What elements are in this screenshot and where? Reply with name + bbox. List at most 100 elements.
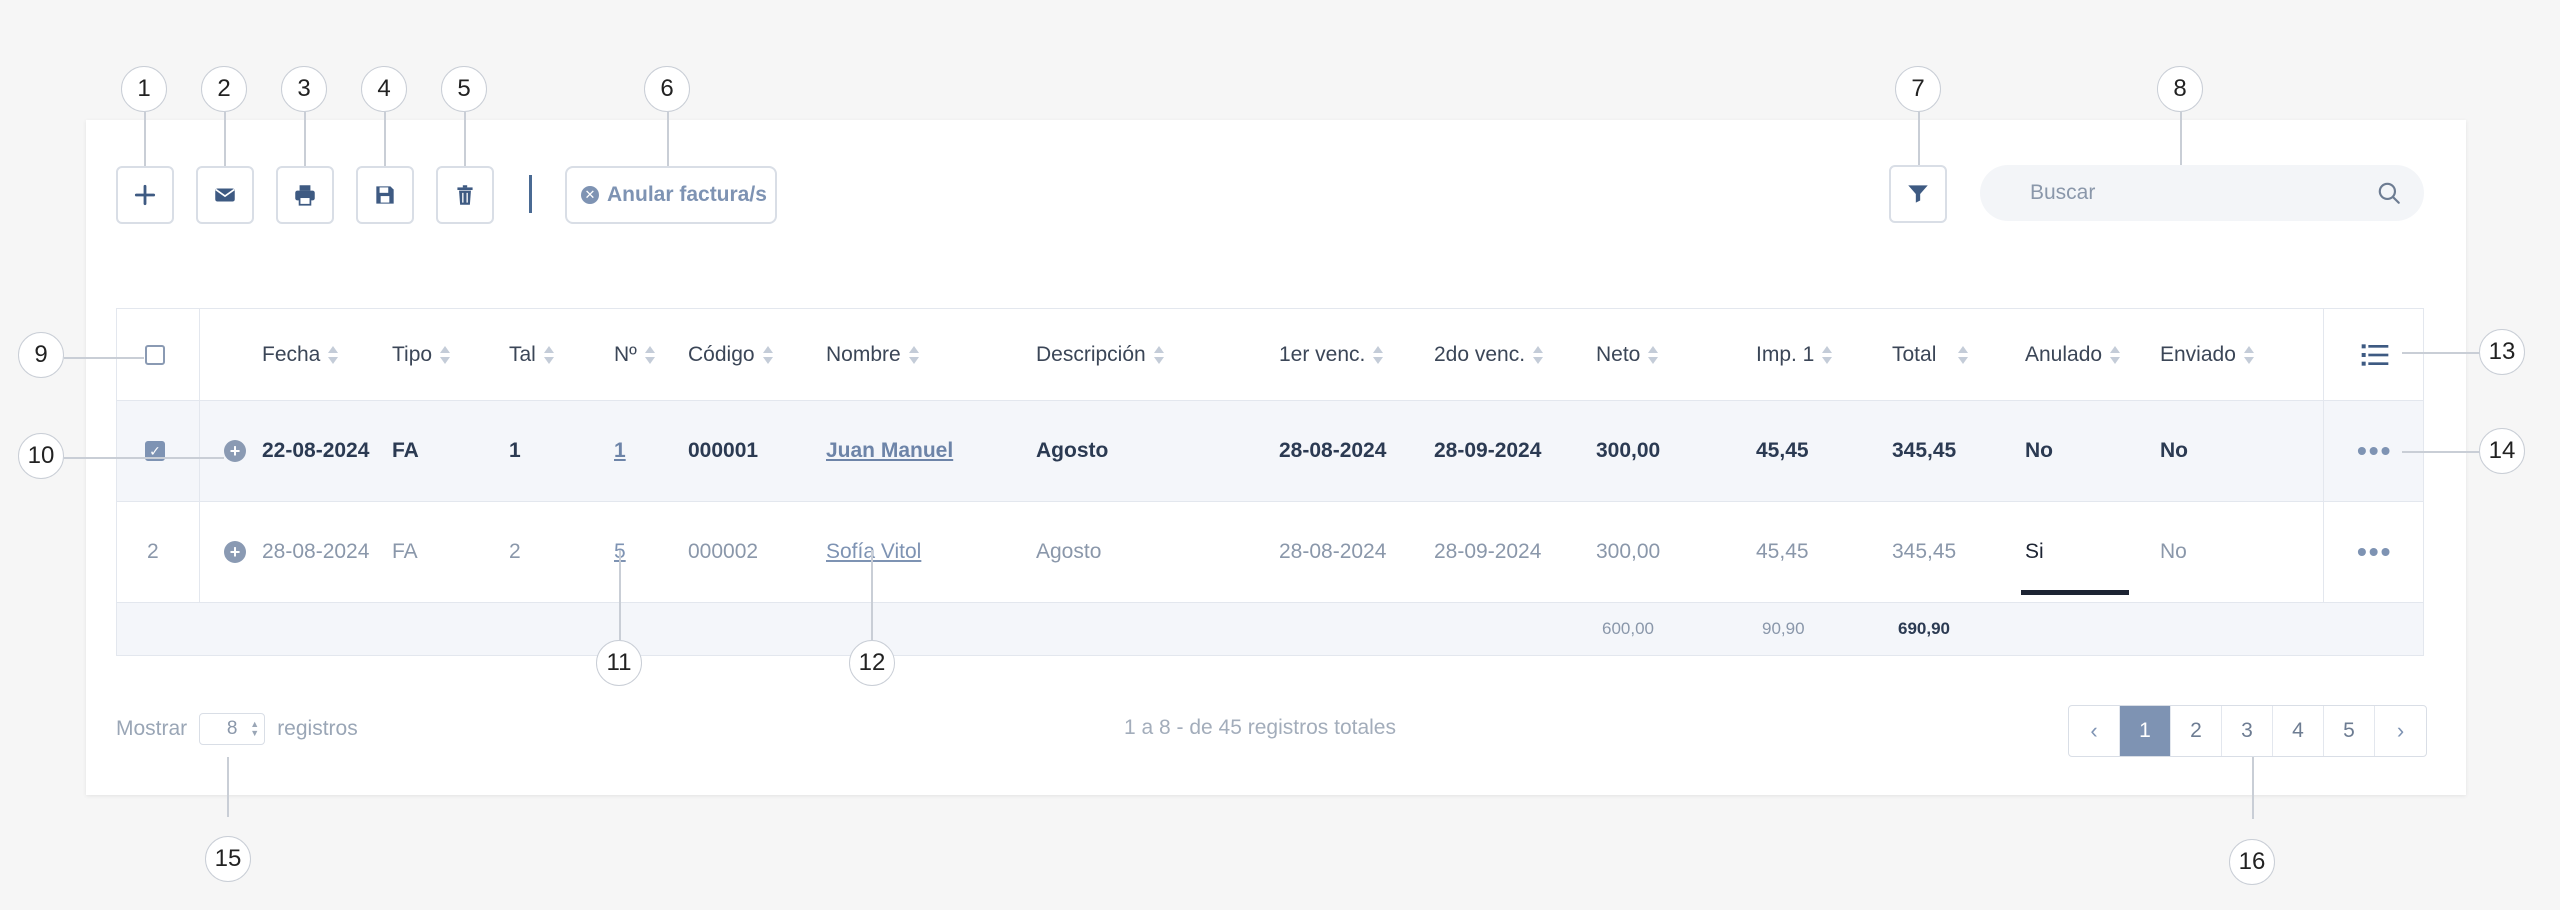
column-header-venc1[interactable]: 1er venc. — [1279, 309, 1384, 400]
page-size-value: 8 — [226, 718, 238, 739]
header-label: Fecha — [262, 342, 321, 366]
sort-icon — [1958, 344, 1969, 366]
column-divider — [2323, 309, 2324, 400]
callout-3: 3 — [281, 66, 327, 112]
table-header: Fecha Tipo Tal Nº Código Nombre Descripc… — [117, 309, 2423, 401]
cell-nombre-link[interactable]: Sofía Vitol — [826, 502, 921, 602]
callout-leader — [464, 112, 466, 166]
header-label: Total — [1892, 342, 1937, 366]
sort-icon — [1533, 344, 1544, 366]
column-header-tal[interactable]: Tal — [509, 309, 554, 400]
anular-factura-label: Anular factura/s — [607, 183, 767, 206]
expand-plus-icon[interactable]: + — [224, 440, 246, 462]
page-button[interactable]: 2 — [2171, 706, 2222, 756]
callout-leader — [64, 457, 224, 459]
cell-codigo: 000001 — [688, 439, 759, 462]
header-label: Tipo — [392, 342, 433, 366]
column-header-enviado[interactable]: Enviado — [2160, 309, 2254, 400]
cell-tipo: FA — [392, 439, 419, 462]
header-label: Imp. 1 — [1756, 342, 1815, 366]
column-header-total[interactable]: Total — [1892, 309, 1969, 400]
sort-icon — [644, 344, 655, 366]
row-select-cell: ✓ — [145, 401, 165, 501]
cell-imp1: 45,45 — [1756, 439, 1809, 462]
column-header-codigo[interactable]: Código — [688, 309, 773, 400]
select-all-checkbox[interactable] — [145, 344, 165, 365]
cell-nombre-link[interactable]: Juan Manuel — [826, 401, 953, 501]
sort-icon — [1153, 344, 1164, 366]
save-button[interactable] — [356, 166, 414, 224]
page-button[interactable]: 4 — [2273, 706, 2324, 756]
anular-factura-button[interactable]: ✕ Anular factura/s — [565, 166, 777, 224]
header-label: Código — [688, 342, 755, 366]
cell-neto: 300,00 — [1596, 439, 1661, 462]
cell-tal: 2 — [509, 540, 521, 563]
callout-leader — [2180, 112, 2182, 165]
column-divider — [2323, 401, 2324, 501]
row-actions-button[interactable]: ••• — [2357, 401, 2392, 501]
callout-5: 5 — [441, 66, 487, 112]
column-divider — [2323, 502, 2324, 602]
envelope-icon — [215, 188, 235, 202]
page-button[interactable]: 5 — [2324, 706, 2375, 756]
callout-leader — [667, 112, 669, 166]
cell-numero-link[interactable]: 1 — [614, 401, 626, 501]
callout-leader — [619, 550, 621, 640]
page-size-stepper[interactable]: 8 ▲ ▼ — [199, 713, 266, 745]
column-header-descripcion[interactable]: Descripción — [1036, 309, 1164, 400]
row-index: 2 — [147, 540, 159, 563]
column-header-nombre[interactable]: Nombre — [826, 309, 919, 400]
callout-leader — [304, 112, 306, 166]
table-row[interactable]: 2 + 28-08-2024 FA 2 5 000002 Sofía Vitol… — [117, 502, 2423, 603]
page-button[interactable]: 3 — [2222, 706, 2273, 756]
sort-icon — [543, 344, 554, 366]
column-header-imp1[interactable]: Imp. 1 — [1756, 309, 1833, 400]
filter-button[interactable] — [1889, 165, 1947, 223]
total-total: 690,90 — [1898, 619, 1950, 638]
floppy-disk-icon — [376, 186, 394, 204]
page-size-control: Mostrar 8 ▲ ▼ registros — [116, 713, 358, 745]
column-header-numero[interactable]: Nº — [614, 309, 655, 400]
row-actions-button[interactable]: ••• — [2357, 502, 2392, 602]
callout-14: 14 — [2479, 428, 2525, 474]
print-button[interactable] — [276, 166, 334, 224]
spinner-arrows-icon[interactable]: ▲ ▼ — [250, 720, 259, 738]
column-header-neto[interactable]: Neto — [1596, 309, 1659, 400]
cell-imp1: 45,45 — [1756, 540, 1809, 563]
column-settings-button[interactable] — [2359, 309, 2391, 400]
cell-total: 345,45 — [1892, 540, 1957, 563]
search-icon[interactable] — [2376, 180, 2402, 206]
sort-icon — [2243, 344, 2254, 366]
search-input[interactable] — [2030, 165, 2360, 221]
sort-icon — [908, 344, 919, 366]
column-header-fecha[interactable]: Fecha — [262, 309, 339, 400]
sort-icon — [440, 344, 451, 366]
next-page-button[interactable]: › — [2375, 706, 2426, 756]
column-header-tipo[interactable]: Tipo — [392, 309, 451, 400]
add-button[interactable] — [116, 166, 174, 224]
cell-tal: 1 — [509, 439, 521, 462]
prev-page-button[interactable]: ‹ — [2069, 706, 2120, 756]
sort-icon — [762, 344, 773, 366]
toolbar-separator — [529, 175, 532, 213]
table-row[interactable]: ✓ + 22-08-2024 FA 1 1 000001 Juan Manuel… — [117, 401, 2423, 502]
cell-venc1: 28-08-2024 — [1279, 439, 1387, 462]
page-button[interactable]: 1 — [2120, 706, 2171, 756]
select-all-cell — [145, 309, 165, 400]
delete-button[interactable] — [436, 166, 494, 224]
callout-4: 4 — [361, 66, 407, 112]
email-button[interactable] — [196, 166, 254, 224]
header-label: Nombre — [826, 342, 901, 366]
cell-codigo: 000002 — [688, 540, 759, 563]
column-header-venc2[interactable]: 2do venc. — [1434, 309, 1544, 400]
callout-2: 2 — [201, 66, 247, 112]
more-horizontal-icon: ••• — [2357, 536, 2393, 567]
expand-plus-icon[interactable]: + — [224, 541, 246, 563]
cell-fecha: 22-08-2024 — [262, 439, 370, 462]
column-header-anulado[interactable]: Anulado — [2025, 309, 2121, 400]
pagination: ‹ 1 2 3 4 5 › — [2068, 705, 2427, 757]
callout-12: 12 — [849, 640, 895, 686]
cell-venc1: 28-08-2024 — [1279, 540, 1387, 563]
callout-9: 9 — [18, 332, 64, 378]
callout-leader — [224, 112, 226, 166]
